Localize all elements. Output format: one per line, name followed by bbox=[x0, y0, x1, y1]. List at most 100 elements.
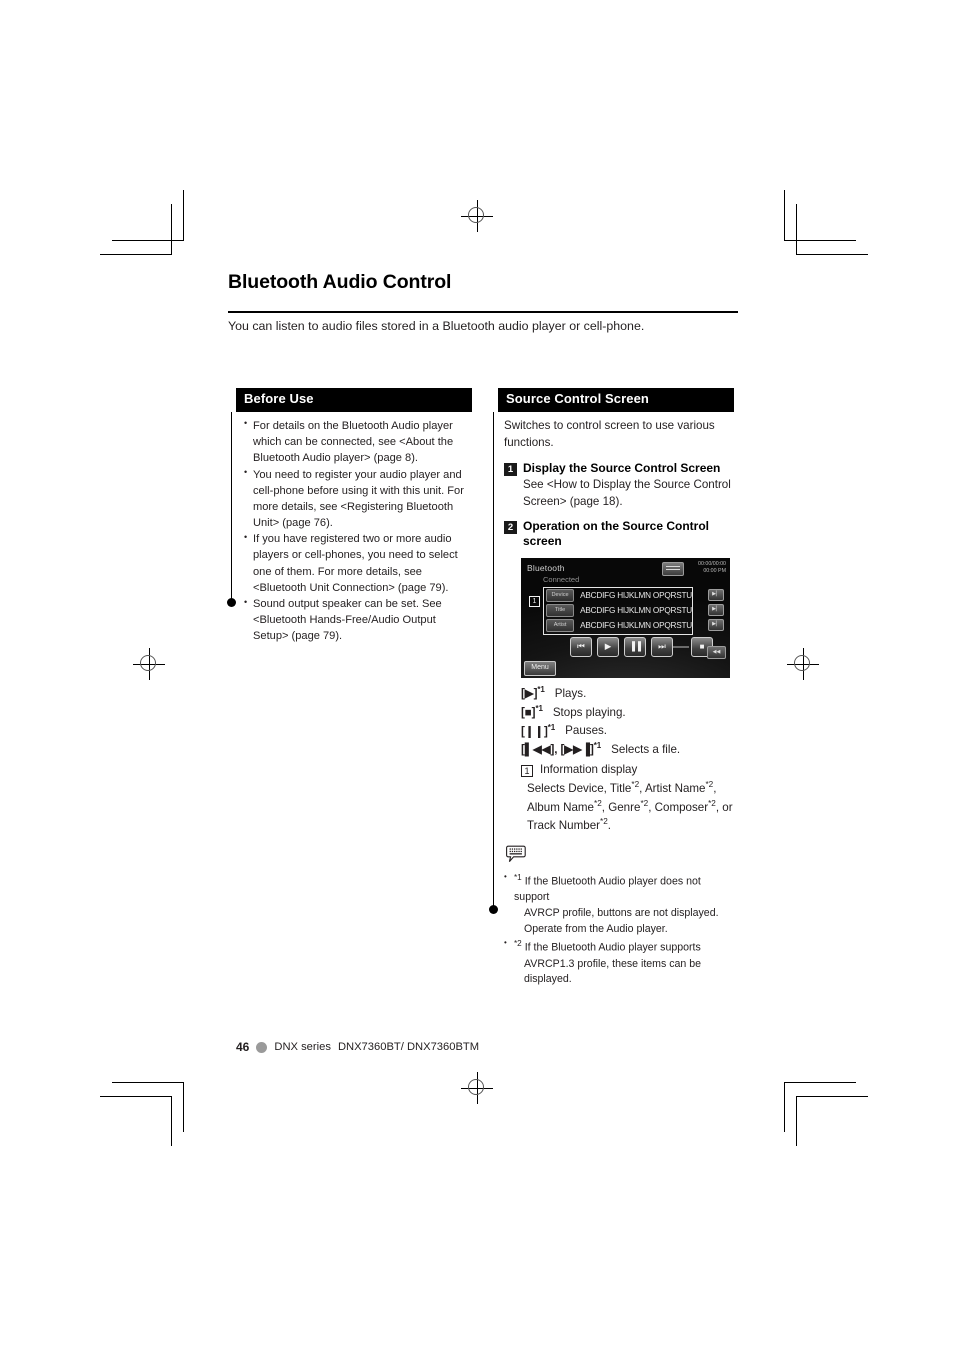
detail-line-1-b: , Artist Name bbox=[639, 781, 706, 795]
device-screen-clock-line1: 00:00/00:00 bbox=[698, 560, 726, 567]
device-screen-row-value: ABCDIFG HIJKLMN OPQRSTU bbox=[580, 590, 692, 600]
device-screen-information-display[interactable]: Device ABCDIFG HIJKLMN OPQRSTU Title ABC… bbox=[543, 586, 693, 635]
device-screen-source-label: Bluetooth bbox=[527, 562, 565, 573]
note-bubble-icon bbox=[506, 845, 736, 870]
key-legend-desc: Stops playing. bbox=[552, 705, 626, 719]
source-control-section: Source Control Screen Switches to contro… bbox=[498, 388, 736, 989]
footer-models: DNX7360BT/ DNX7360BTM bbox=[337, 1041, 480, 1053]
device-screen-status: Connected bbox=[543, 574, 580, 584]
device-screen-row[interactable]: Artist ABCDIFG HIJKLMN OPQRSTU bbox=[544, 619, 692, 633]
step-2: 2 Operation on the Source Control screen bbox=[504, 519, 736, 550]
list-item: If you have registered two or more audio… bbox=[244, 531, 474, 596]
note-marker: *1 bbox=[514, 873, 522, 883]
note-marker: *2 bbox=[514, 939, 522, 949]
step-1-badge: 1 bbox=[504, 462, 517, 476]
device-screen-list-button[interactable] bbox=[662, 561, 684, 576]
detail-line-2-note-3: *2 bbox=[708, 798, 716, 808]
key-legend-desc: Plays. bbox=[554, 686, 587, 700]
device-screen-row[interactable]: Device ABCDIFG HIJKLMN OPQRSTU bbox=[544, 589, 692, 603]
pause-button[interactable]: ▐▐ bbox=[624, 636, 646, 657]
registration-mark-right bbox=[787, 648, 819, 680]
key-legend-footnote: *1 bbox=[535, 703, 543, 713]
device-screen-return-button[interactable]: ◀◀ bbox=[707, 645, 726, 659]
note-line: If the Bluetooth Audio player does not s… bbox=[514, 875, 701, 904]
key-legend-row: [▌◀◀], [▶▶▐]*1 Selects a file. bbox=[504, 740, 736, 759]
device-screen-illustration: Bluetooth Connected 00:00/00:00 00:00 PM… bbox=[521, 557, 730, 678]
device-screen-row-label: Artist bbox=[546, 619, 575, 633]
detail-line-2-a: Album Name bbox=[527, 800, 595, 814]
source-control-intro: Switches to control screen to use variou… bbox=[504, 418, 715, 449]
device-screen-menu-button[interactable]: Menu bbox=[524, 660, 556, 676]
device-screen-clock: 00:00/00:00 00:00 PM bbox=[698, 561, 726, 574]
page-footer: 46 DNX series DNX7360BT/ DNX7360BTM bbox=[236, 1040, 479, 1054]
footer-bullet-icon bbox=[256, 1041, 268, 1053]
information-display-row: 1 Information display bbox=[504, 762, 736, 779]
step-2-title: Operation on the Source Control screen bbox=[523, 518, 710, 549]
detail-line-2-d: , or bbox=[715, 800, 733, 814]
registration-mark-bottom bbox=[461, 1072, 493, 1104]
device-screen-transport-controls: ⏮ ▶ ▐▐ ⏭ bbox=[570, 636, 673, 657]
before-use-section: Before Use For details on the Bluetooth … bbox=[236, 388, 474, 645]
key-legend-desc: Pauses. bbox=[565, 724, 608, 738]
title-underline bbox=[228, 311, 738, 313]
footer-series: DNX series bbox=[274, 1041, 331, 1053]
before-use-heading: Before Use bbox=[236, 388, 472, 412]
play-button[interactable]: ▶ bbox=[597, 636, 619, 657]
key-legend-desc: Selects a file. bbox=[611, 743, 681, 757]
key-legend-row: [■]*1 Stops playing. bbox=[504, 703, 736, 722]
key-legend-footnote: *1 bbox=[593, 741, 602, 751]
key-legend-symbol: [❙❙] bbox=[521, 724, 548, 738]
detail-line-2-c: , Composer bbox=[648, 800, 709, 814]
step-1: 1 Display the Source Control Screen bbox=[504, 461, 736, 477]
information-display-detail: Selects Device, Title*2, Artist Name*2, … bbox=[504, 779, 736, 835]
note-line: AVRCP profile, buttons are not displayed… bbox=[524, 907, 719, 920]
device-screen-row[interactable]: Title ABCDIFG HIJKLMN OPQRSTU bbox=[544, 604, 692, 618]
registration-mark-left bbox=[133, 648, 165, 680]
right-column-rule bbox=[493, 412, 495, 909]
device-screen-clock-line2: 00:00 PM bbox=[703, 567, 726, 574]
device-screen-scroll-button[interactable]: ▶▏ bbox=[708, 618, 724, 631]
registration-mark-top bbox=[461, 200, 493, 232]
step-1-title: Display the Source Control Screen bbox=[523, 460, 721, 475]
right-column-end-dot bbox=[489, 905, 498, 914]
key-legend-symbol: [▶] bbox=[521, 686, 538, 700]
page-title: Bluetooth Audio Control bbox=[228, 271, 452, 293]
device-screen-scroll-button[interactable]: ▶▏ bbox=[708, 603, 724, 616]
next-track-button[interactable]: ⏭ bbox=[651, 636, 673, 657]
information-display-badge: 1 bbox=[521, 765, 533, 778]
note-item: *2 If the Bluetooth Audio player support… bbox=[504, 937, 736, 988]
note-line: AVRCP1.3 profile, these items can be dis… bbox=[524, 957, 702, 986]
left-column-end-dot bbox=[227, 598, 236, 607]
notes-list: *1 If the Bluetooth Audio player does no… bbox=[504, 871, 736, 988]
page-title-block: Bluetooth Audio Control bbox=[228, 271, 738, 293]
detail-line-2-b: , Genre bbox=[601, 800, 641, 814]
detail-line-1-note-1: *2 bbox=[631, 780, 640, 790]
list-item: You need to register your audio player a… bbox=[244, 466, 474, 532]
step-2-badge: 2 bbox=[504, 520, 517, 534]
key-legend-row: [▶]*1 Plays. bbox=[504, 684, 736, 703]
intro-text: You can listen to audio files stored in … bbox=[228, 319, 645, 333]
key-legend-list: [▶]*1 Plays. [■]*1 Stops playing. [❙❙]*1… bbox=[504, 684, 736, 759]
device-screen-scroll-button[interactable]: ▶▏ bbox=[708, 588, 724, 601]
detail-line-3-a: Track Number bbox=[527, 819, 601, 833]
key-legend-footnote: *1 bbox=[547, 722, 556, 732]
detail-line-2-note-1: *2 bbox=[594, 798, 602, 808]
device-screen-row-value: ABCDIFG HIJKLMN OPQRSTU bbox=[580, 605, 692, 615]
key-legend-symbol: [▌◀◀], [▶▶▐] bbox=[521, 743, 594, 757]
key-legend-symbol: [■] bbox=[521, 705, 536, 719]
device-screen-callout-1: 1 bbox=[529, 595, 540, 607]
detail-line-3-note-1: *2 bbox=[600, 817, 608, 827]
list-item: Sound output speaker can be set. See <Bl… bbox=[244, 596, 474, 645]
note-item: *1 If the Bluetooth Audio player does no… bbox=[504, 871, 736, 937]
note-line: If the Bluetooth Audio player supports bbox=[524, 941, 701, 954]
previous-track-button[interactable]: ⏮ bbox=[570, 636, 592, 657]
source-control-heading: Source Control Screen bbox=[498, 388, 734, 412]
before-use-list: For details on the Bluetooth Audio playe… bbox=[244, 417, 474, 645]
detail-line-1-c: , bbox=[713, 781, 717, 795]
detail-line-3-b: . bbox=[607, 819, 611, 833]
step-1-body: See <How to Display the Source Control S… bbox=[523, 478, 731, 508]
detail-line-1-a: Selects Device, Title bbox=[527, 781, 632, 795]
page-number: 46 bbox=[236, 1040, 250, 1054]
key-legend-row: [❙❙]*1 Pauses. bbox=[504, 722, 736, 741]
device-screen-row-label: Title bbox=[546, 604, 575, 618]
